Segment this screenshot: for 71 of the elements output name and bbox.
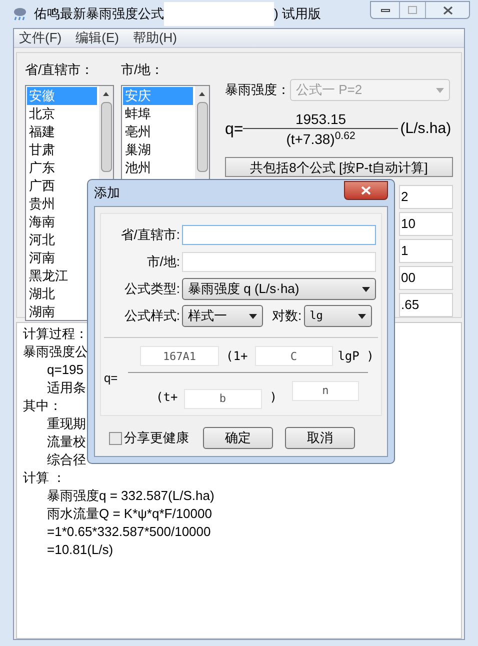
list-item[interactable]: 巢湖 <box>123 141 193 159</box>
dialog-button[interactable]: 确定 <box>203 427 273 449</box>
formula-unit: (L/s.ha) <box>400 119 452 140</box>
formula-denominator: (t+7.38)$^{0.62}$ <box>286 129 356 149</box>
field-label: 暴雨强度： <box>225 81 290 100</box>
auto-calc-button[interactable]: 共包括8个公式 [按P-t自动计算] <box>225 157 453 177</box>
formula-text: lgP ) <box>338 348 374 365</box>
process-line: 计算 ： <box>23 469 66 487</box>
menu-item[interactable]: 帮助(H) <box>132 28 177 48</box>
formula-style-select[interactable]: 样式一 <box>182 305 263 327</box>
list-item[interactable]: 蚌埠 <box>123 105 193 123</box>
field-label: 省/直辖市: <box>120 226 180 244</box>
list-item[interactable]: 甘肃 <box>27 141 97 159</box>
scroll-up-icon[interactable] <box>103 92 109 96</box>
process-line: 适用条 <box>47 379 86 397</box>
field-label: 公式样式: <box>123 307 180 326</box>
param-field[interactable]: 00 <box>399 266 453 290</box>
formula-text: q= <box>104 370 119 387</box>
process-line: 暴雨强度公 <box>23 343 88 361</box>
process-line: q=195 <box>47 361 84 379</box>
menu-item[interactable]: 文件(F) <box>19 28 62 48</box>
list-item[interactable]: 福建 <box>27 123 97 141</box>
list-label: 市/地： <box>121 61 165 79</box>
param-field[interactable]: 10 <box>399 212 453 236</box>
formula-text: q= <box>225 120 244 140</box>
close-button[interactable] <box>344 180 388 200</box>
list-item[interactable]: 北京 <box>27 105 97 123</box>
formula-text: ) <box>270 389 277 406</box>
rain-cloud-icon <box>12 6 28 22</box>
process-line: 流量校 <box>47 433 86 451</box>
scroll-thumb[interactable] <box>196 102 208 172</box>
formula-numerator: 1953.15 <box>295 110 346 128</box>
caret-icon <box>249 314 257 318</box>
dialog-title: 添加 <box>94 184 120 202</box>
process-line: 雨水流量Q = K*ψ*q*F/10000 <box>47 505 212 523</box>
log-select[interactable]: lg <box>304 305 372 327</box>
list-item[interactable]: 池州 <box>123 159 193 177</box>
process-line: =1*0.65*332.587*500/10000 <box>47 523 211 541</box>
checkbox-label: 分享更健康 <box>124 429 189 448</box>
field-label: 市/地: <box>146 253 180 272</box>
process-line: 综合径 <box>47 451 86 469</box>
window-title: ) 试用版 <box>274 5 321 24</box>
process-line: 计算过程： <box>23 325 88 343</box>
checkbox[interactable] <box>109 432 122 444</box>
window-title: 佑鸣最新暴雨强度公式 <box>34 5 164 24</box>
list-item[interactable]: 亳州 <box>123 123 193 141</box>
close-icon <box>442 6 452 14</box>
list-label: 省/直辖市： <box>25 61 95 79</box>
scroll-up-icon[interactable] <box>199 92 205 96</box>
process-line: 其中： <box>23 397 62 415</box>
dialog-button[interactable]: 取消 <box>285 427 355 449</box>
caret-icon <box>358 314 366 318</box>
caret-icon <box>436 88 444 92</box>
input-field[interactable] <box>182 225 376 245</box>
close-icon <box>361 186 371 194</box>
param-field[interactable]: 1 <box>399 239 453 263</box>
field-label: 公式类型: <box>123 280 180 298</box>
process-line: 暴雨强度q = 332.587(L/S.ha) <box>47 487 214 505</box>
process-line: =10.81(L/s) <box>47 541 114 559</box>
process-line: 重现期 <box>47 415 86 433</box>
param-field[interactable]: .65 <box>399 293 453 317</box>
formula-text: (t+ <box>156 389 178 406</box>
field-label: 对数: <box>272 307 302 326</box>
caret-icon <box>362 286 370 292</box>
menu-item[interactable]: 编辑(E) <box>76 28 119 48</box>
param-field[interactable]: 2 <box>399 185 453 209</box>
scroll-thumb[interactable] <box>100 102 112 172</box>
input-field[interactable] <box>182 252 376 272</box>
list-item[interactable]: 广东 <box>27 159 97 177</box>
formula-type-select[interactable]: 暴雨强度 q (L/s·ha) <box>182 278 376 300</box>
formula-text: (1+ <box>226 348 248 365</box>
